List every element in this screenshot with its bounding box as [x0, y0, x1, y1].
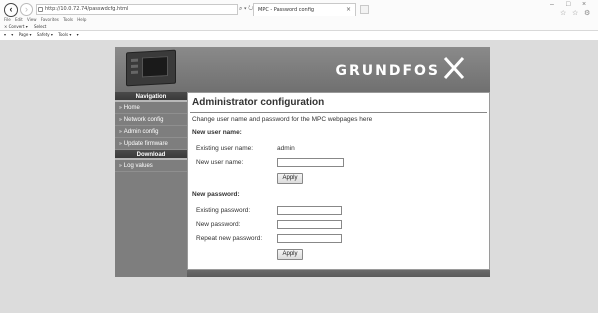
maximize-icon[interactable]: □	[566, 1, 570, 9]
arrow-icon: »	[119, 117, 122, 123]
existing-password-input[interactable]	[277, 206, 342, 215]
password-section-heading: New password:	[192, 191, 240, 198]
repeat-password-input[interactable]	[277, 234, 342, 243]
sidebar-item-label: Log values	[123, 163, 153, 169]
address-bar[interactable]: http://10.0.72.74/passwdcfg.html	[36, 4, 238, 15]
sidebar-item-label: Admin config	[123, 129, 159, 135]
back-button[interactable]: ‹	[4, 3, 18, 17]
page-menu[interactable]: Page ▾	[19, 32, 32, 37]
sidebar-item-home[interactable]: » Home	[115, 102, 187, 114]
feeds-dropdown[interactable]: ▾	[11, 32, 13, 37]
footer-bar	[187, 270, 490, 277]
existing-username-value: admin	[277, 145, 295, 152]
main-content: Administrator configuration Change user …	[187, 92, 490, 270]
safety-menu[interactable]: Safety ▾	[37, 32, 53, 37]
new-password-label: New password:	[196, 221, 241, 228]
convert-button[interactable]: × Convert ▾	[4, 24, 28, 29]
select-button[interactable]: Select	[34, 24, 46, 29]
page-description: Change user name and password for the MP…	[192, 116, 373, 123]
browser-chrome: ‹ › http://10.0.72.74/passwdcfg.html ⌕ ▾…	[0, 0, 598, 31]
apply-password-button[interactable]: Apply	[277, 249, 303, 260]
site-frame: GRUNDFOS Navigation » Home » Network confi…	[115, 47, 490, 277]
menu-edit[interactable]: Edit	[15, 17, 23, 22]
new-password-input[interactable]	[277, 220, 342, 229]
header-banner: GRUNDFOS	[115, 47, 490, 92]
existing-password-label: Existing password:	[196, 207, 251, 214]
sidebar-item-admin-config[interactable]: » Admin config	[115, 126, 187, 138]
new-username-input[interactable]	[277, 158, 344, 167]
arrow-icon: »	[119, 163, 122, 169]
existing-username-label: Existing user name:	[196, 145, 254, 152]
menu-tools[interactable]: Tools	[63, 17, 73, 22]
sidebar-item-update-firmware[interactable]: » Update firmware	[115, 138, 187, 150]
menu-view[interactable]: View	[27, 17, 37, 22]
sidebar-item-network-config[interactable]: » Network config	[115, 114, 187, 126]
device-button	[131, 70, 138, 75]
controller-device-image	[126, 49, 176, 87]
address-url: http://10.0.72.74/passwdcfg.html	[45, 6, 129, 12]
new-tab-button[interactable]	[360, 5, 369, 14]
command-bar: ▾ ▾ Page ▾ Safety ▾ Tools ▾ ▾	[4, 31, 83, 38]
download-heading: Download	[115, 150, 187, 160]
help-dropdown[interactable]: ▾	[77, 32, 79, 37]
settings-gear-icon[interactable]: ⚙	[584, 10, 590, 18]
favorites-bar: × Convert ▾ Select	[4, 23, 51, 30]
device-button	[131, 58, 138, 63]
sidebar-item-label: Home	[123, 105, 140, 111]
grundfos-logo-text: GRUNDFOS	[335, 63, 440, 79]
menu-file[interactable]: File	[4, 17, 11, 22]
title-divider	[190, 112, 487, 113]
page-viewport: GRUNDFOS Navigation » Home » Network confi…	[0, 40, 598, 313]
sidebar: Navigation » Home » Network config » Admin …	[115, 92, 187, 272]
tab-password-config[interactable]: MPC - Password config ×	[253, 3, 356, 16]
tab-title: MPC - Password config	[258, 7, 315, 13]
tab-close-icon[interactable]: ×	[346, 4, 351, 16]
window-close-icon[interactable]: ×	[582, 1, 586, 9]
device-screen	[142, 56, 168, 78]
sidebar-item-log-values[interactable]: » Log values	[115, 160, 187, 172]
menu-help[interactable]: Help	[77, 17, 86, 22]
tools-menu[interactable]: Tools ▾	[58, 32, 71, 37]
sidebar-item-label: Network config	[123, 117, 164, 123]
device-button	[131, 64, 138, 69]
page-title: Administrator configuration	[192, 97, 325, 108]
grundfos-logo-mark-icon	[443, 56, 465, 80]
new-username-label: New user name:	[196, 159, 244, 166]
navigation-heading: Navigation	[115, 92, 187, 102]
user-section-heading: New user name:	[192, 129, 242, 136]
home-icon[interactable]: ☆	[560, 10, 566, 18]
repeat-password-label: Repeat new password:	[196, 235, 263, 242]
page-icon	[38, 7, 43, 12]
sidebar-item-label: Update firmware	[123, 141, 168, 147]
address-actions[interactable]: ⌕ ▾ ↻	[239, 4, 253, 15]
arrow-icon: »	[119, 129, 122, 135]
forward-button[interactable]: ›	[20, 3, 33, 16]
home-dropdown[interactable]: ▾	[4, 32, 6, 37]
minimize-icon[interactable]: –	[550, 1, 554, 9]
apply-username-button[interactable]: Apply	[277, 173, 303, 184]
arrow-icon: »	[119, 105, 122, 111]
arrow-icon: »	[119, 141, 122, 147]
menu-favorites[interactable]: Favorites	[41, 17, 59, 22]
favorites-icon[interactable]: ☆	[572, 10, 578, 18]
